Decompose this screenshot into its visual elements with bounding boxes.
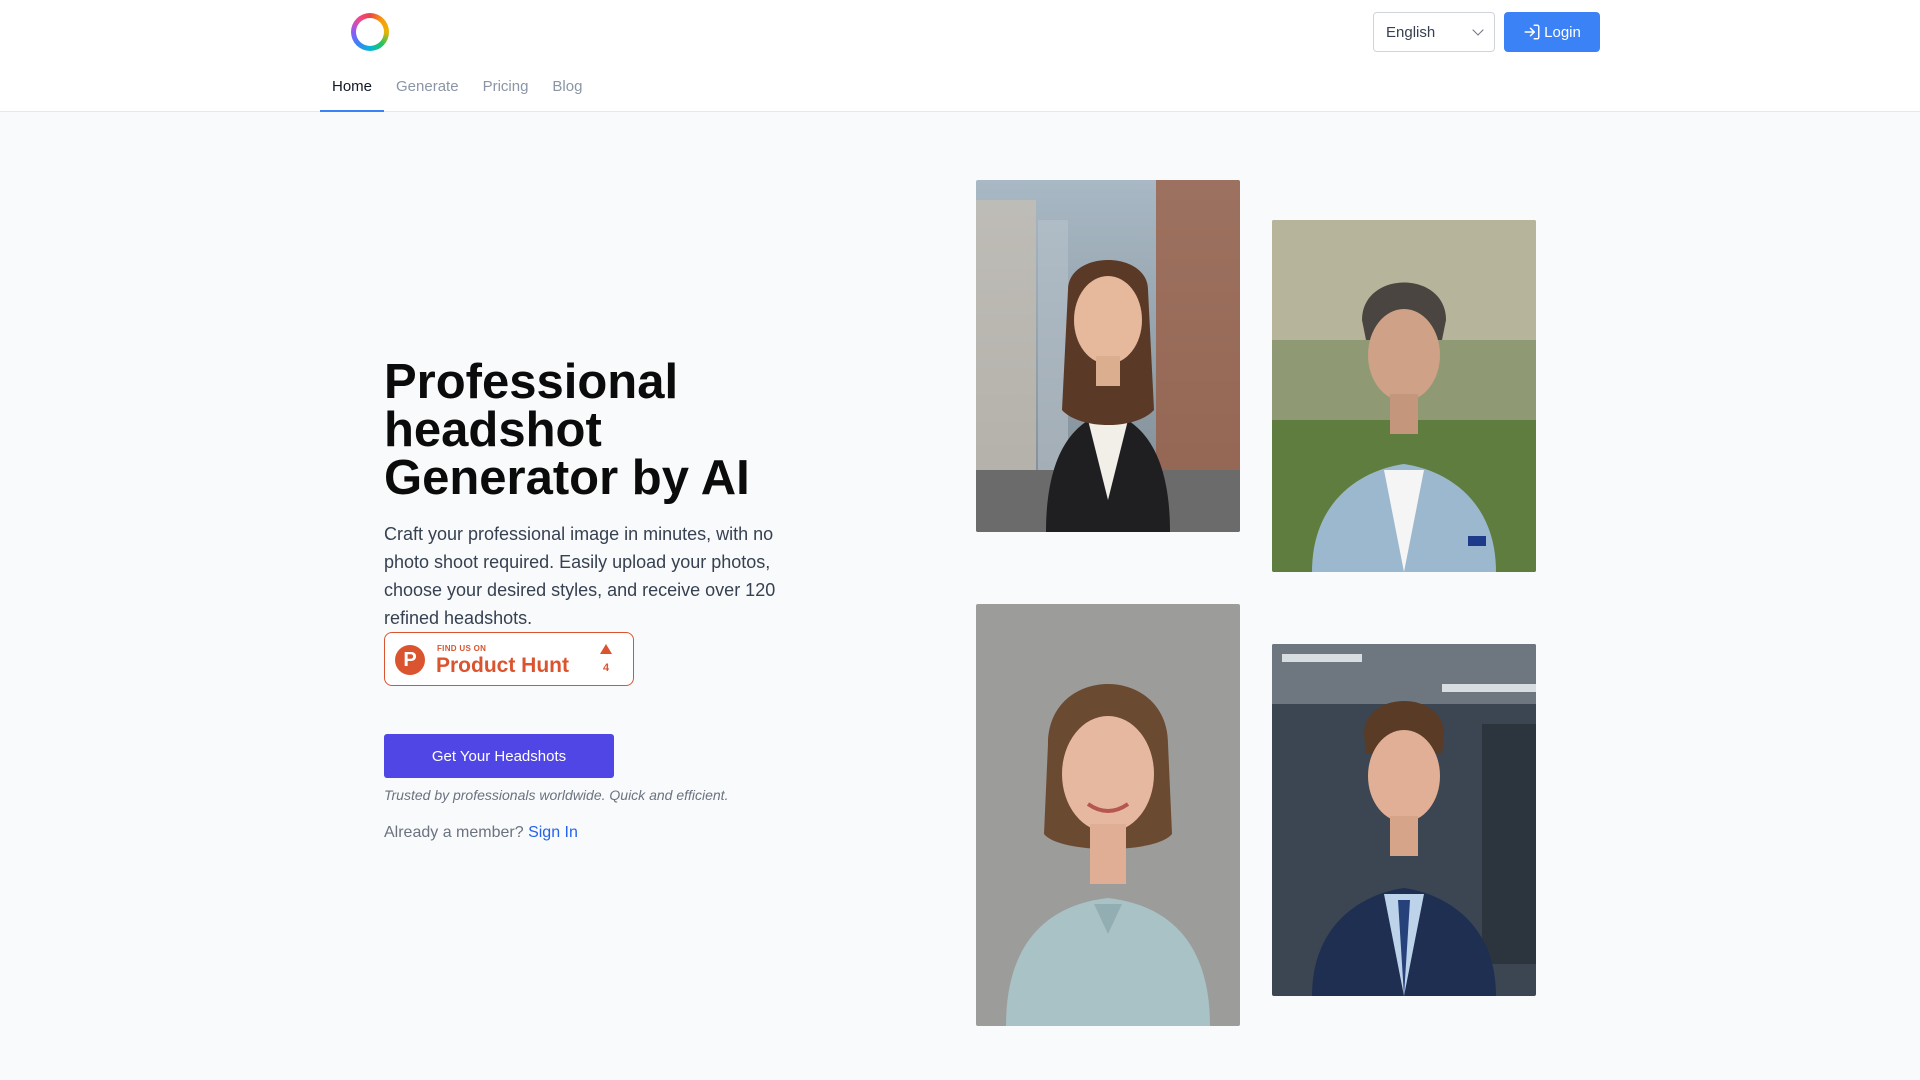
- headshot-woman-denim-shirt-studio: [976, 604, 1240, 1026]
- chevron-down-icon: [1472, 24, 1484, 36]
- hero-title-line-1: Professional: [384, 355, 679, 409]
- nav-generate[interactable]: Generate: [384, 70, 471, 112]
- hero-title: Professional headshot Generator by AI: [384, 355, 844, 505]
- headshot-woman-blazer-street: [976, 180, 1240, 532]
- sign-in-link[interactable]: Sign In: [528, 824, 578, 841]
- login-label: Login: [1544, 23, 1581, 41]
- product-hunt-upvote-count: 4: [602, 662, 610, 674]
- upvote-triangle-icon: [600, 644, 612, 654]
- member-prompt-text: Already a member?: [384, 824, 524, 841]
- login-button[interactable]: Login: [1504, 12, 1600, 52]
- language-selected-value: English: [1386, 23, 1436, 41]
- product-hunt-label: Product Hunt: [436, 654, 569, 677]
- headshot-man-light-blue-blazer-park: [1272, 220, 1536, 572]
- trusted-tagline: Trusted by professionals worldwide. Quic…: [384, 787, 729, 803]
- login-icon: [1524, 24, 1540, 40]
- get-headshots-button[interactable]: Get Your Headshots: [384, 734, 614, 778]
- nav-pricing[interactable]: Pricing: [471, 70, 541, 112]
- language-select[interactable]: English: [1373, 12, 1495, 52]
- top-header: Home Generate Pricing Blog English Login: [0, 0, 1920, 112]
- member-prompt: Already a member? Sign In: [384, 824, 578, 842]
- nav-blog[interactable]: Blog: [540, 70, 594, 112]
- product-hunt-logo-icon: P: [395, 645, 425, 675]
- hero-description: Craft your professional image in minutes…: [384, 524, 776, 628]
- main-nav: Home Generate Pricing Blog: [320, 70, 594, 112]
- hero-title-line-2: headshot: [384, 403, 602, 457]
- nav-home[interactable]: Home: [320, 70, 385, 112]
- product-hunt-badge[interactable]: P FIND US ON Product Hunt 4: [384, 632, 634, 686]
- product-hunt-small-label: FIND US ON: [437, 644, 487, 653]
- rainbow-ring-logo[interactable]: [351, 13, 389, 51]
- headshot-man-navy-suit-office: [1272, 644, 1536, 996]
- hero-title-line-3: Generator by AI: [384, 451, 750, 505]
